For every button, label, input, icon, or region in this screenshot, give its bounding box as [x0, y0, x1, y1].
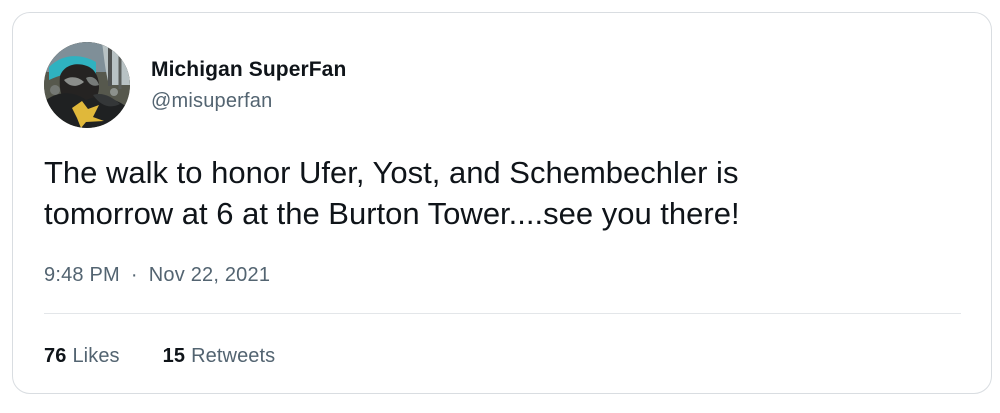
tweet-card[interactable]: Michigan SuperFan @misuperfan The walk t… [12, 12, 992, 394]
tweet-time[interactable]: 9:48 PM [44, 264, 120, 287]
timestamp-separator: · [130, 264, 138, 286]
retweets-count: 15 [162, 344, 186, 367]
tweet-text: The walk to honor Ufer, Yost, and Schemb… [44, 155, 740, 231]
author-info: Michigan SuperFan @misuperfan [151, 42, 346, 128]
likes-label: Likes [72, 344, 120, 367]
tweet-date[interactable]: Nov 22, 2021 [149, 264, 270, 287]
author-handle[interactable]: @misuperfan [151, 88, 346, 114]
retweets-stat[interactable]: 15 Retweets [163, 345, 276, 368]
engagement-stats: 76 Likes 15 Retweets [44, 342, 275, 370]
likes-stat[interactable]: 76 Likes [44, 345, 120, 368]
avatar[interactable] [44, 42, 130, 128]
timestamp: 9:48 PM · Nov 22, 2021 [44, 261, 270, 289]
tweet-header: Michigan SuperFan @misuperfan [44, 42, 346, 128]
likes-count: 76 [44, 344, 67, 367]
divider [44, 313, 961, 314]
retweets-label: Retweets [191, 344, 276, 367]
author-display-name[interactable]: Michigan SuperFan [151, 56, 346, 84]
